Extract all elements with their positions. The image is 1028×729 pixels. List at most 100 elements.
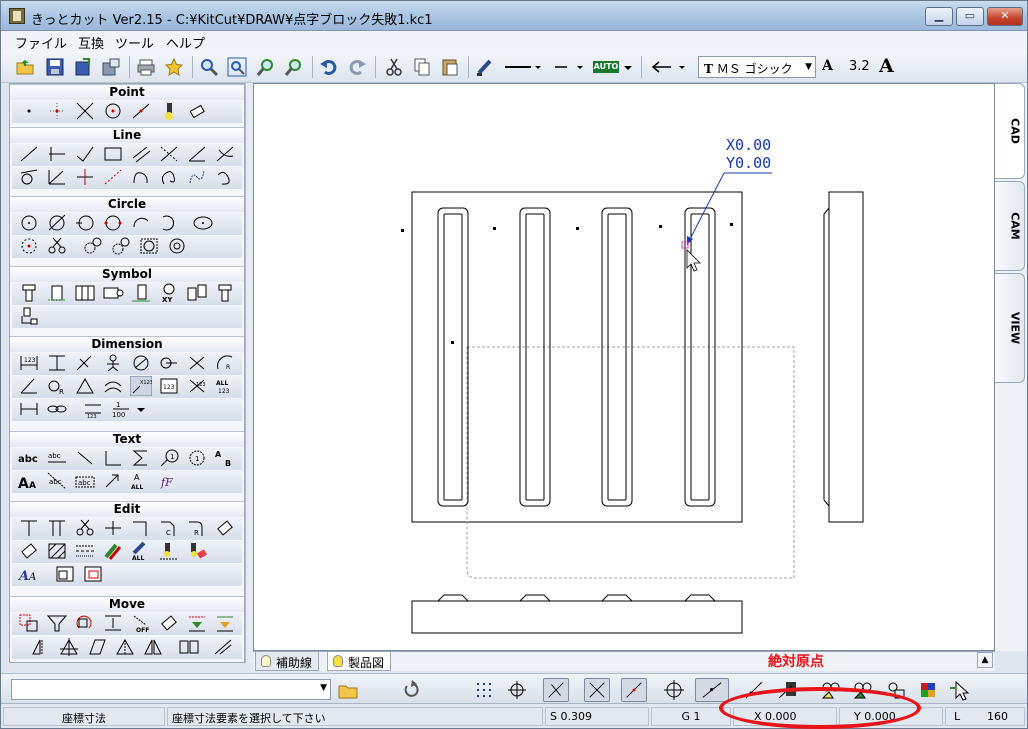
- perpendicular-line-icon[interactable]: [74, 167, 96, 187]
- dim-coordinate-icon[interactable]: X123: [130, 376, 152, 396]
- snap-center-icon[interactable]: [661, 678, 687, 702]
- point-markers[interactable]: [401, 223, 733, 344]
- circle-fillet-icon[interactable]: [138, 236, 160, 256]
- menu-tools[interactable]: ツール: [115, 33, 154, 52]
- drawing-area[interactable]: X0.00 Y0.00: [253, 83, 995, 651]
- circle-three-point-icon[interactable]: [74, 213, 96, 233]
- cut-scissors-icon[interactable]: [384, 57, 404, 77]
- coordinate-dimension[interactable]: [681, 172, 772, 249]
- maximize-button[interactable]: ▭: [956, 7, 984, 26]
- bolt-pair-icon[interactable]: [186, 283, 208, 303]
- bolt-group-icon[interactable]: [74, 283, 96, 303]
- cad-canvas[interactable]: X0.00 Y0.00: [254, 84, 994, 650]
- cross-line-icon[interactable]: [158, 144, 180, 164]
- dim-baseline-icon[interactable]: 123: [82, 399, 104, 419]
- dim-arc-icon[interactable]: R: [214, 353, 236, 373]
- circle-center-icon[interactable]: [18, 213, 40, 233]
- crosshair-snap-icon[interactable]: [504, 678, 530, 702]
- dim-angle-icon[interactable]: [18, 376, 40, 396]
- tangent-line-icon[interactable]: [214, 144, 236, 164]
- tab-view[interactable]: VIEW: [995, 273, 1025, 383]
- text-size-icon[interactable]: AA: [18, 471, 40, 491]
- dim-offset-icon[interactable]: [18, 399, 40, 419]
- edit-extend-icon[interactable]: [46, 518, 68, 538]
- undo-icon[interactable]: [319, 57, 339, 77]
- open-folder-icon[interactable]: [15, 57, 35, 77]
- dim-person-icon[interactable]: [102, 353, 124, 373]
- edit-erase-2-icon[interactable]: [18, 541, 40, 561]
- leader-corner-icon[interactable]: [102, 448, 124, 468]
- grid-snap-icon[interactable]: [471, 678, 497, 702]
- scroll-up-button[interactable]: ▲: [977, 652, 993, 668]
- rectangle-icon[interactable]: [102, 144, 124, 164]
- edit-linetype-icon[interactable]: [74, 541, 96, 561]
- dim-cross-icon[interactable]: [186, 353, 208, 373]
- menu-compat[interactable]: 互換: [78, 33, 104, 52]
- arrow-style-icon[interactable]: [649, 57, 689, 77]
- circle-cut-icon[interactable]: [46, 236, 68, 256]
- bottom-view[interactable]: [411, 594, 743, 634]
- save-as-icon[interactable]: [73, 57, 93, 77]
- edit-color-all-icon[interactable]: ALL: [130, 541, 152, 561]
- edit-trim-icon[interactable]: [18, 518, 40, 538]
- arc-tangent-icon[interactable]: [158, 213, 180, 233]
- edit-highlight-icon[interactable]: [186, 541, 208, 561]
- divide-point-icon[interactable]: [130, 101, 152, 121]
- text-all-icon[interactable]: A ALL: [130, 471, 152, 491]
- app-icon[interactable]: [9, 8, 25, 24]
- snap-endpoint-icon[interactable]: [543, 678, 569, 702]
- move-erase-icon[interactable]: [158, 613, 180, 633]
- arc-icon[interactable]: [130, 213, 152, 233]
- minimize-button[interactable]: ▁: [925, 7, 953, 26]
- balloon-dashed-icon[interactable]: 1: [186, 448, 208, 468]
- curve-line-icon[interactable]: [130, 167, 152, 187]
- pointer-select-icon[interactable]: [947, 678, 973, 702]
- font-size-value[interactable]: 3.2: [849, 59, 870, 74]
- move-array-icon[interactable]: [178, 637, 200, 657]
- move-skew-icon[interactable]: [86, 637, 108, 657]
- weld-symbol-icon[interactable]: [18, 306, 40, 326]
- bezier-icon[interactable]: [214, 167, 236, 187]
- dim-aligned-icon[interactable]: [74, 353, 96, 373]
- dim-radius-icon[interactable]: [158, 353, 180, 373]
- move-rotate-icon[interactable]: [74, 613, 96, 633]
- ellipse-icon[interactable]: [192, 213, 214, 233]
- dim-vertical-icon[interactable]: [46, 353, 68, 373]
- menu-help[interactable]: ヘルプ: [166, 33, 205, 52]
- pen-color-icon[interactable]: [475, 57, 495, 77]
- intersection-point-icon[interactable]: [74, 101, 96, 121]
- chevron-down-icon[interactable]: ▼: [320, 683, 327, 693]
- dim-horizontal-icon[interactable]: 123: [18, 353, 40, 373]
- dim-chamfer-icon[interactable]: [102, 376, 124, 396]
- zoom-fit-icon[interactable]: [227, 57, 247, 77]
- refresh-icon[interactable]: [399, 678, 425, 702]
- edit-erase-icon[interactable]: [214, 518, 236, 538]
- dim-scale-dropdown-icon[interactable]: [134, 399, 148, 419]
- dashed-region[interactable]: [466, 346, 795, 579]
- edit-chamfer-c-icon[interactable]: C: [158, 518, 180, 538]
- circle-radius-icon[interactable]: [18, 236, 40, 256]
- dim-radius-r-icon[interactable]: R: [46, 376, 68, 396]
- move-up-icon[interactable]: [214, 613, 236, 633]
- font-f-icon[interactable]: fF: [158, 471, 180, 491]
- tab-cad[interactable]: CAD: [995, 83, 1025, 179]
- edit-corner-icon[interactable]: [130, 518, 152, 538]
- snap-onlinen-icon[interactable]: [621, 678, 647, 702]
- circle-tangent-three-icon[interactable]: [110, 236, 132, 256]
- side-view[interactable]: [823, 191, 864, 523]
- circle-concentric-icon[interactable]: [166, 236, 188, 256]
- dim-diameter-icon[interactable]: [130, 353, 152, 373]
- redo-icon[interactable]: [347, 57, 367, 77]
- move-stretch-icon[interactable]: [114, 637, 136, 657]
- polyline-icon[interactable]: [74, 144, 96, 164]
- text-move-icon[interactable]: abc: [74, 471, 96, 491]
- open-folder-icon[interactable]: [335, 678, 361, 702]
- command-input[interactable]: ▼: [11, 679, 331, 700]
- palette-splitter[interactable]: [245, 83, 253, 663]
- tab-auxiliary-lines[interactable]: 補助線: [255, 652, 320, 671]
- menu-file[interactable]: ファイル: [15, 33, 67, 52]
- move-center-icon[interactable]: [58, 637, 80, 657]
- paste-icon[interactable]: [440, 57, 460, 77]
- dim-all-icon[interactable]: ALL123: [214, 376, 236, 396]
- dim-chain-icon[interactable]: [46, 399, 68, 419]
